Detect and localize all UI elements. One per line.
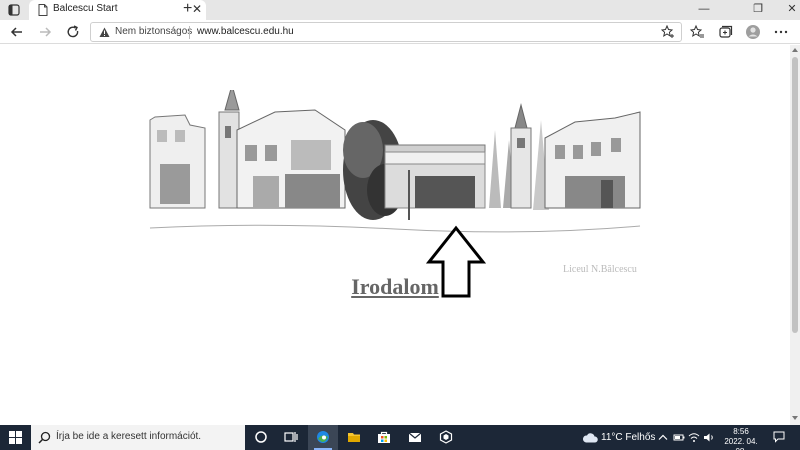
url-text[interactable]: www.balcescu.edu.hu <box>197 26 294 37</box>
task-view-button[interactable] <box>276 425 306 450</box>
taskbar-search-box[interactable]: Írja be ide a keresett információt. <box>31 425 245 450</box>
tab-actions-icon[interactable] <box>8 4 20 16</box>
scroll-thumb[interactable] <box>792 57 798 333</box>
mail-button[interactable] <box>400 425 430 450</box>
profile-avatar-icon[interactable] <box>744 23 762 41</box>
add-favorite-icon[interactable] <box>661 25 675 39</box>
battery-icon[interactable] <box>673 431 685 444</box>
minimize-button[interactable]: — <box>684 0 724 20</box>
address-bar[interactable]: Nem biztonságos www.balcescu.edu.hu <box>90 22 682 42</box>
security-label[interactable]: Nem biztonságos <box>115 26 192 37</box>
town-sketch-banner <box>149 90 641 233</box>
more-options-icon[interactable] <box>772 23 790 41</box>
page-heading-link[interactable]: Irodalom <box>0 274 790 300</box>
tab-strip: Balcescu Start ✕ + — ❐ ✕ <box>0 0 800 20</box>
cloud-weather-icon[interactable] <box>582 432 598 443</box>
scroll-up-icon[interactable] <box>792 48 798 52</box>
favorites-icon[interactable] <box>688 23 706 41</box>
refresh-icon[interactable] <box>64 23 82 41</box>
up-arrow-icon <box>426 225 486 298</box>
clock-time: 8:56 <box>733 427 749 436</box>
taskbar: Írja be ide a keresett információt. 11°C… <box>0 425 800 450</box>
tab-close-icon[interactable]: ✕ <box>192 2 202 16</box>
wifi-icon[interactable] <box>688 431 700 444</box>
edge-taskbar-button[interactable] <box>308 425 338 450</box>
system-clock[interactable]: 8:56 2022. 04. 08. <box>718 427 764 450</box>
back-arrow-icon[interactable] <box>8 23 26 41</box>
weather-text[interactable]: 11°C Felhős <box>601 432 655 443</box>
file-explorer-button[interactable] <box>339 425 369 450</box>
page-icon <box>38 4 48 16</box>
vertical-scrollbar[interactable] <box>790 45 800 425</box>
notification-center-icon[interactable] <box>773 431 785 443</box>
collections-icon[interactable] <box>716 23 734 41</box>
address-separator <box>189 26 190 39</box>
edge-browser-icon <box>317 431 329 443</box>
web-page: Liceul N.Bălcescu Irodalom <box>0 45 790 425</box>
forward-arrow-icon[interactable] <box>36 23 54 41</box>
new-tab-button[interactable]: + <box>183 0 192 18</box>
store-bag-icon <box>378 431 390 443</box>
search-icon <box>38 431 51 444</box>
app-button[interactable] <box>431 425 461 450</box>
hexagon-app-icon <box>439 430 453 444</box>
close-window-button[interactable]: ✕ <box>772 0 800 20</box>
cortana-icon <box>255 431 267 443</box>
task-view-icon <box>284 432 298 442</box>
scroll-down-icon[interactable] <box>792 416 798 420</box>
clock-date: 2022. 04. 08. <box>724 437 758 450</box>
warning-icon[interactable] <box>99 27 110 38</box>
tab-title: Balcescu Start <box>53 3 118 14</box>
speaker-icon[interactable] <box>703 431 715 444</box>
folder-icon <box>348 433 360 442</box>
tab-balcescu-start[interactable]: Balcescu Start ✕ <box>29 0 206 20</box>
store-button[interactable] <box>369 425 399 450</box>
search-placeholder: Írja be ide a keresett információt. <box>56 431 202 442</box>
windows-start-icon[interactable] <box>9 431 22 444</box>
cortana-button[interactable] <box>246 425 276 450</box>
mail-icon <box>408 432 422 442</box>
chevron-up-icon[interactable] <box>657 431 669 444</box>
navigation-bar: Nem biztonságos www.balcescu.edu.hu <box>0 20 800 44</box>
